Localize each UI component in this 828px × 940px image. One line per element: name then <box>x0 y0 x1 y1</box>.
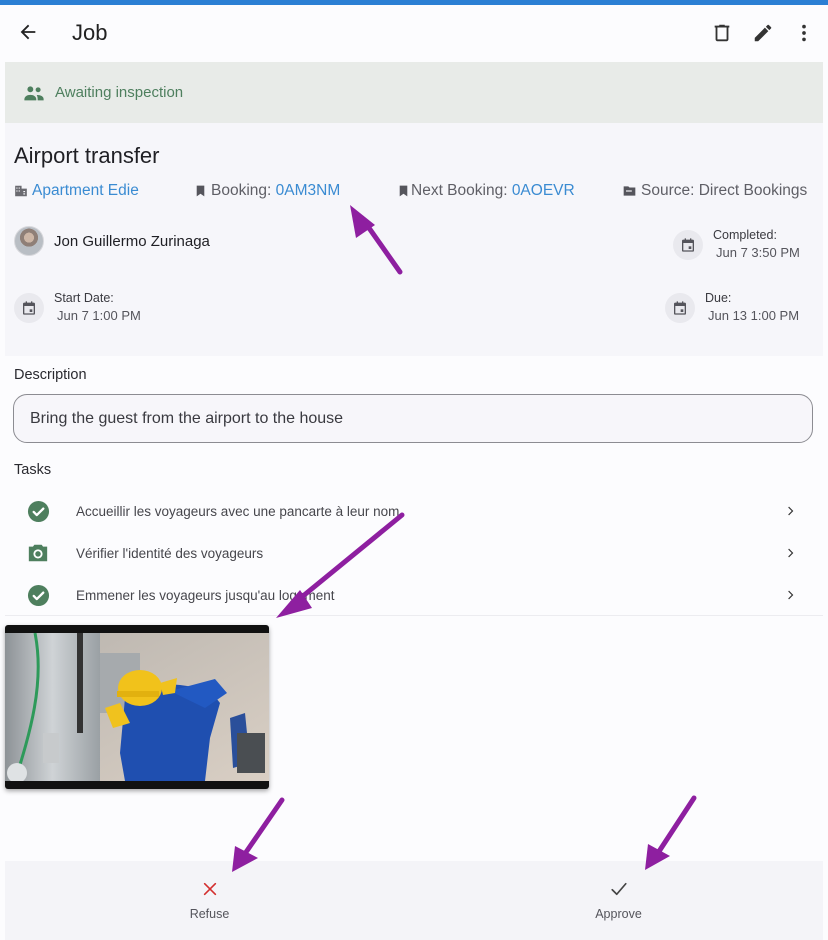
completed-value: Jun 7 3:50 PM <box>716 245 800 260</box>
more-vertical-icon <box>801 24 806 41</box>
job-meta-row: Apartment Edie Booking: 0AM3NM Next Book… <box>14 182 814 206</box>
assignee-name: Jon Guillermo Zurinaga <box>54 232 210 250</box>
task-item[interactable]: Vérifier l'identité des voyageurs <box>5 532 823 574</box>
bookmark-icon <box>399 185 408 197</box>
edit-button[interactable] <box>749 19 776 46</box>
tasks-list: Accueillir les voyageurs avec une pancar… <box>5 490 823 616</box>
description-field[interactable]: Bring the guest from the airport to the … <box>13 394 813 443</box>
completed-label: Completed: <box>713 228 777 242</box>
task-item[interactable]: Accueillir les voyageurs avec une pancar… <box>5 490 823 532</box>
refuse-button[interactable]: Refuse <box>5 861 414 940</box>
approve-label: Approve <box>595 906 642 921</box>
start-date: Start Date: Jun 7 1:00 PM <box>14 290 141 326</box>
trash-icon <box>714 24 729 41</box>
chevron-right-icon <box>788 548 794 558</box>
source-label: Source: Direct Bookings <box>641 182 808 199</box>
due-value: Jun 13 1:00 PM <box>708 308 800 323</box>
status-label: Awaiting inspection <box>55 84 184 101</box>
calendar-icon <box>23 301 35 315</box>
booking-code-link[interactable]: 0AM3NM <box>276 182 341 200</box>
status-banner: Awaiting inspection <box>5 62 823 123</box>
check-circle-icon <box>27 500 49 522</box>
approve-button[interactable]: Approve <box>414 861 823 940</box>
more-options-button[interactable] <box>790 19 817 46</box>
job-detail-screen: Job Awaiting inspection Airport transfer… <box>5 5 823 940</box>
calendar-icon <box>674 301 686 315</box>
people-icon <box>24 85 44 100</box>
source-meta: Source: Direct Bookings <box>622 182 807 200</box>
completed-date: Completed: Jun 7 3:50 PM <box>673 227 800 263</box>
check-icon <box>610 882 627 895</box>
next-booking-code-link[interactable]: 0AOEVR <box>512 182 575 200</box>
tasks-heading: Tasks <box>14 462 52 478</box>
start-date-value: Jun 7 1:00 PM <box>57 308 141 323</box>
calendar-icon <box>682 238 694 252</box>
due-label: Due: <box>705 291 732 305</box>
refuse-label: Refuse <box>189 906 230 921</box>
due-date: Due: Jun 13 1:00 PM <box>665 290 799 326</box>
app-bar-actions <box>708 19 817 46</box>
check-circle-icon <box>27 584 49 606</box>
property-name[interactable]: Apartment Edie <box>32 182 139 200</box>
avatar <box>14 226 44 256</box>
task-label: Accueillir les voyageurs avec une pancar… <box>76 503 400 519</box>
assignee[interactable]: Jon Guillermo Zurinaga <box>14 226 210 256</box>
delete-button[interactable] <box>708 19 735 46</box>
approval-action-bar: Refuse Approve <box>5 861 823 940</box>
start-date-label: Start Date: <box>54 291 114 305</box>
task-label: Vérifier l'identité des voyageurs <box>76 545 264 561</box>
task-item[interactable]: Emmener les voyageurs jusqu'au logement <box>5 574 823 616</box>
arrow-left-icon <box>20 24 36 40</box>
job-title: Airport transfer <box>14 143 160 168</box>
task-photo-thumbnail[interactable] <box>5 625 269 789</box>
job-header: Airport transfer Apartment Edie Booking:… <box>5 123 823 356</box>
folder-icon <box>623 186 636 196</box>
task-label: Emmener les voyageurs jusqu'au logement <box>76 587 335 603</box>
chevron-right-icon <box>788 590 794 600</box>
building-icon <box>15 185 27 197</box>
back-button[interactable] <box>15 19 41 45</box>
booking-meta: Booking: 0AM3NM <box>194 182 340 200</box>
chevron-right-icon <box>788 506 794 516</box>
pencil-icon <box>754 24 771 41</box>
booking-label: Booking: <box>211 182 276 199</box>
page-title: Job <box>72 20 108 45</box>
photo-image <box>5 633 269 781</box>
camera-icon <box>28 544 48 562</box>
next-booking-meta: Next Booking: 0AOEVR <box>397 182 575 200</box>
close-icon <box>203 882 216 895</box>
bookmark-icon <box>196 185 205 197</box>
next-booking-label: Next Booking: <box>411 182 512 199</box>
property-link[interactable]: Apartment Edie <box>14 182 139 200</box>
app-bar: Job <box>5 5 823 62</box>
description-heading: Description <box>14 367 87 383</box>
